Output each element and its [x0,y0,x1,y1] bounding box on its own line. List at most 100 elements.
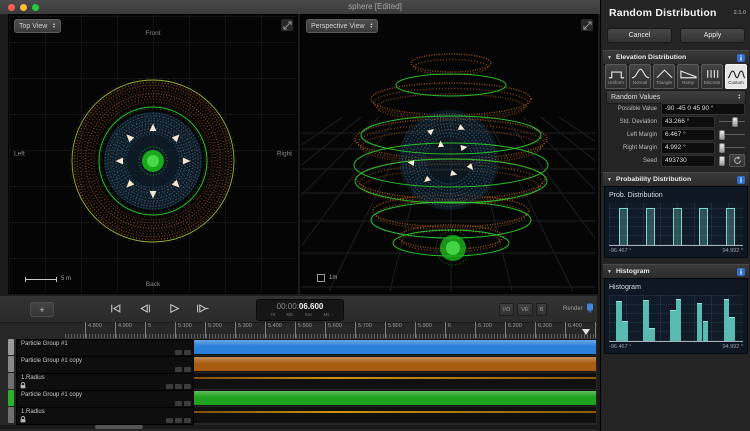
collapse-arrow-icon[interactable]: ▼ [607,177,612,183]
chart-title: Prob. Distribution [609,192,663,199]
maximize-viewport-icon[interactable] [281,19,293,31]
track-toggle-icon[interactable] [184,401,191,406]
track-toggle-icon[interactable] [184,367,191,372]
dist-type-ramp-button[interactable]: Ramp [677,64,699,89]
top-view-selector[interactable]: Top View ▲ ▼ [14,19,61,33]
track-toggle-icon[interactable] [184,350,191,355]
perspective-view-selector[interactable]: Perspective View ▲ ▼ [306,19,379,33]
top-viewport[interactable]: Top View ▲ ▼ Front Back Left Right 5 m [8,14,298,294]
maximize-viewport-icon[interactable] [581,19,593,31]
param-slider[interactable] [719,116,745,127]
step-forward-button[interactable] [193,302,211,315]
track-curve[interactable] [194,411,596,413]
track-header[interactable]: 1.Radius [16,407,194,425]
param-value-field[interactable]: -90 -45 0 45 90 ° [661,102,745,115]
dist-type-label: Normal [632,79,648,85]
track-toggle-icon[interactable] [184,384,191,389]
track-header[interactable]: 1.Radius [16,373,194,391]
zoom-button[interactable] [32,3,39,11]
lock-icon[interactable] [20,416,26,423]
timeline: + 00:00:06.600 Hr Min Sec Ms I/O VE B Render … [0,296,597,431]
toolbar-button-b[interactable]: B [535,303,548,316]
track-clip[interactable] [194,357,596,371]
section-probability-distribution[interactable]: ▼ Probability Distribution [603,172,749,187]
dist-type-discrete-button[interactable]: Discrete [701,64,723,89]
track-toggle-icon[interactable] [175,384,182,389]
triangle-curve-icon [655,69,673,79]
track-toggle-icon[interactable] [175,367,182,372]
track-lane[interactable] [194,407,596,423]
dist-type-triangle-button[interactable]: Triangle [653,64,675,89]
scale-square-icon [317,274,325,282]
track-toggle-icon[interactable] [175,418,182,423]
add-track-button[interactable]: + [30,302,54,317]
titlebar[interactable]: sphere [Edited] [0,0,600,15]
seed-refresh-button[interactable] [729,154,745,167]
section-elevation-distribution[interactable]: ▼ Elevation Distribution [603,50,749,65]
time-display[interactable]: 00:00:06.600 Hr Min Sec Ms [256,299,344,321]
render-icon[interactable] [586,303,594,315]
ruler-segment: 6.500 [595,322,596,338]
slider-thumb[interactable] [719,156,726,166]
slider-thumb[interactable] [732,117,739,127]
timeline-ruler[interactable]: 4.800 4.900 5 5.100 5.200 5.300 5.400 5.500 5.60… [65,322,596,339]
apply-button[interactable]: Apply [680,28,745,43]
track-name: 1.Radius [21,409,45,415]
toolbar-button-io[interactable]: I/O [499,303,515,316]
track-toggle-icon[interactable] [175,401,182,406]
param-value-field[interactable]: 6.467 ° [661,128,715,141]
perspective-viewport[interactable]: Perspective View ▲ ▼ 1m [300,14,598,294]
render-control[interactable]: Render [563,303,594,315]
collapse-arrow-icon[interactable]: ▼ [607,269,612,275]
param-slider[interactable] [719,155,726,166]
param-label: Seed [642,157,657,164]
track-toggle-icon[interactable] [175,350,182,355]
toolbar-button-ve[interactable]: VE [517,303,533,316]
play-button[interactable] [164,302,182,315]
track-lane[interactable] [194,373,596,389]
param-slider[interactable] [718,142,745,153]
horizontal-scrollbar[interactable] [0,425,597,429]
perspective-view-canvas[interactable] [301,15,595,291]
close-button[interactable] [8,3,15,11]
track-toggle-icon[interactable] [166,384,173,389]
ruler-label: 6.100 [478,323,492,329]
dist-type-uniform-button[interactable]: Uniform [605,64,627,89]
track-curve[interactable] [194,377,596,379]
ruler-segment: 5.100 [175,322,206,338]
track-lane[interactable] [194,390,596,406]
ruler-label: 5.100 [178,323,192,329]
step-back-button[interactable] [135,302,153,315]
dist-type-normal-button[interactable]: Normal [629,64,651,89]
track-clip[interactable] [194,391,596,405]
track-header[interactable]: Particle Group #1 [16,339,194,357]
minimize-button[interactable] [20,3,27,11]
track-toggle-icon[interactable] [184,418,191,423]
slider-thumb[interactable] [719,130,726,140]
cancel-button[interactable]: Cancel [607,28,672,43]
skip-start-button[interactable] [106,302,124,315]
popup-arrows-icon: ▲ ▼ [369,21,374,29]
ruler-label: 5 [148,323,152,329]
ruler-label: 6.200 [508,323,522,329]
track-clip[interactable] [194,340,596,354]
ruler-segment: 5.500 [295,322,326,338]
track-lane[interactable] [194,356,596,372]
scrollbar-thumb[interactable] [95,425,143,429]
param-value-field[interactable]: 43.266 ° [661,115,715,128]
track-header[interactable]: Particle Group #1 copy [16,390,194,408]
top-view-canvas[interactable] [9,15,295,291]
param-slider[interactable] [719,129,745,140]
collapse-arrow-icon[interactable]: ▼ [607,55,612,61]
param-value-field[interactable]: 493730 [661,154,715,167]
lock-icon[interactable] [20,382,26,389]
playhead-marker[interactable] [582,329,590,339]
dist-type-custom-button[interactable]: Custom [725,64,747,89]
track-name: Particle Group #1 copy [21,358,83,364]
section-histogram[interactable]: ▼ Histogram [603,264,749,279]
param-value-field[interactable]: 4.992 ° [661,141,715,154]
track-lane[interactable] [194,339,596,355]
slider-thumb[interactable] [718,143,725,153]
track-header[interactable]: Particle Group #1 copy [16,356,194,374]
track-toggle-icon[interactable] [166,418,173,423]
